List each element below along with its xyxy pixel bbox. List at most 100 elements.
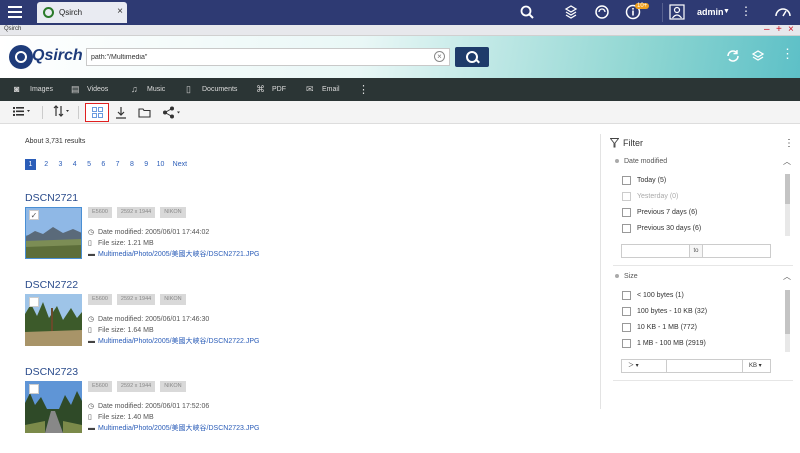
- folder-icon: ▬: [88, 338, 95, 345]
- page-3[interactable]: 3: [53, 159, 67, 170]
- result-title[interactable]: DSCN2721: [25, 192, 78, 204]
- category-documents[interactable]: ▯ Documents: [186, 78, 237, 101]
- user-menu-chevron-icon[interactable]: ▼: [723, 8, 730, 15]
- category-pdf[interactable]: ⌘ PDF: [256, 78, 286, 101]
- main-menu-icon[interactable]: [8, 6, 22, 18]
- user-name[interactable]: admin: [697, 7, 724, 17]
- scrollbar-thumb[interactable]: [785, 174, 790, 204]
- filter-divider: [600, 134, 601, 409]
- tag: NIKON: [160, 207, 186, 218]
- page-6[interactable]: 6: [96, 159, 110, 170]
- result-title[interactable]: DSCN2722: [25, 279, 78, 291]
- option-checkbox[interactable]: [622, 323, 631, 332]
- dashboard-gauge-icon[interactable]: [774, 4, 792, 20]
- date-modified: ◷ Date modified: 2005/06/01 17:52:06: [88, 402, 209, 410]
- result-thumbnail[interactable]: [25, 294, 82, 346]
- qsirch-logo-icon: [9, 45, 33, 69]
- option-checkbox[interactable]: [622, 224, 631, 233]
- open-folder-icon[interactable]: [138, 105, 152, 120]
- date-to-input[interactable]: [703, 245, 770, 257]
- folder-icon: ▬: [88, 251, 95, 258]
- select-checkbox[interactable]: [29, 384, 39, 394]
- filter-more-icon[interactable]: ⋮: [784, 138, 794, 149]
- page-1[interactable]: 1: [25, 159, 36, 170]
- option-label: 100 bytes - 10 KB (32): [637, 308, 708, 315]
- list-view-menu[interactable]: [13, 105, 33, 120]
- filter-option-today[interactable]: Today (5): [622, 176, 666, 185]
- grid-view-button[interactable]: [85, 103, 109, 122]
- option-checkbox[interactable]: [622, 339, 631, 348]
- date-modified: ◷ Date modified: 2005/06/01 17:46:30: [88, 315, 209, 323]
- filter-section-size[interactable]: Size: [615, 273, 638, 280]
- more-vertical-icon[interactable]: ⋮: [740, 4, 752, 18]
- category-videos[interactable]: ▤ Videos: [71, 78, 108, 101]
- page-8[interactable]: 8: [125, 159, 139, 170]
- header-more-icon[interactable]: ⋮: [781, 46, 794, 62]
- page-2[interactable]: 2: [39, 159, 53, 170]
- file-path: ▬ Multimedia/Photo/2005/美國大峽谷/DSCN2722.JP…: [88, 336, 259, 346]
- category-music[interactable]: ♫ Music: [131, 78, 165, 101]
- page-5[interactable]: 5: [82, 159, 96, 170]
- grid-icon: [92, 113, 97, 118]
- page-10[interactable]: 10: [153, 159, 167, 170]
- select-checkbox[interactable]: [29, 297, 39, 307]
- date-from-input[interactable]: [622, 245, 689, 257]
- sort-menu[interactable]: [53, 105, 73, 120]
- size-unit-select[interactable]: KB ▾: [742, 360, 768, 372]
- share-icon[interactable]: [162, 105, 184, 120]
- close-window-icon[interactable]: ×: [788, 24, 794, 35]
- collapse-chevron-icon[interactable]: ︿: [783, 156, 791, 167]
- result-title[interactable]: DSCN2723: [25, 366, 78, 378]
- size-value-input[interactable]: [666, 360, 742, 372]
- page-7[interactable]: 7: [110, 159, 124, 170]
- layers-icon[interactable]: [751, 48, 765, 64]
- clear-search-icon[interactable]: ×: [434, 51, 445, 62]
- page-4[interactable]: 4: [68, 159, 82, 170]
- category-label: Music: [147, 86, 166, 93]
- option-checkbox[interactable]: [622, 208, 631, 217]
- filter-size-scrollbar[interactable]: [785, 290, 790, 352]
- page-9[interactable]: 9: [139, 159, 153, 170]
- stack-layers-icon[interactable]: [563, 4, 579, 20]
- scrollbar-thumb[interactable]: [785, 290, 790, 334]
- maximize-icon[interactable]: +: [776, 24, 782, 35]
- option-checkbox[interactable]: [622, 176, 631, 185]
- tag: 2592 x 1944: [116, 207, 156, 218]
- filter-option-size-2[interactable]: 100 bytes - 10 KB (32): [622, 307, 707, 316]
- option-checkbox[interactable]: [622, 307, 631, 316]
- search-button[interactable]: [455, 47, 489, 67]
- category-images[interactable]: ◙ Images: [14, 78, 53, 101]
- search-icon[interactable]: [520, 5, 534, 19]
- filter-option-size-1[interactable]: < 100 bytes (1): [622, 291, 684, 300]
- size-operator-select[interactable]: ＞ ▾: [622, 360, 666, 372]
- filter-option-7-days[interactable]: Previous 7 days (6): [622, 208, 697, 217]
- result-thumbnail[interactable]: [25, 381, 82, 433]
- filter-option-size-4[interactable]: 1 MB - 100 MB (2919): [622, 339, 706, 348]
- option-checkbox[interactable]: [622, 291, 631, 300]
- file-path-link[interactable]: Multimedia/Photo/2005/美國大峽谷/DSCN2722.JPG: [98, 338, 259, 345]
- category-email[interactable]: ✉ Email: [306, 78, 340, 101]
- clock-icon: ◷: [88, 403, 95, 410]
- filter-option-size-3[interactable]: 10 KB - 1 MB (772): [622, 323, 697, 332]
- filter-option-30-days[interactable]: Previous 30 days (6): [622, 224, 701, 233]
- tag-list: E5600 2592 x 1944 NIKON: [88, 207, 191, 218]
- file-path-link[interactable]: Multimedia/Photo/2005/美國大峽谷/DSCN2723.JPG: [98, 425, 259, 432]
- next-page-link[interactable]: Next: [173, 159, 187, 170]
- minimize-icon[interactable]: –: [764, 24, 770, 35]
- download-icon[interactable]: [115, 105, 127, 120]
- size-range-inputs: ＞ ▾ KB ▾: [621, 359, 771, 373]
- tab-qsirch[interactable]: Qsirch ×: [37, 2, 127, 23]
- unit-value: KB: [749, 363, 758, 369]
- search-input[interactable]: [87, 49, 417, 65]
- refresh-icon[interactable]: [725, 48, 741, 64]
- category-more-icon[interactable]: ⋮: [358, 78, 369, 101]
- tab-close-icon[interactable]: ×: [117, 6, 123, 17]
- collapse-chevron-icon[interactable]: ︿: [783, 271, 791, 282]
- filter-date-scrollbar[interactable]: [785, 174, 790, 236]
- user-avatar-icon[interactable]: [669, 4, 685, 20]
- category-bar: ◙ Images ▤ Videos ♫ Music ▯ Documents ⌘ PDF ✉…: [0, 78, 800, 101]
- filter-section-date[interactable]: Date modified: [615, 158, 667, 165]
- sync-icon[interactable]: [594, 4, 610, 20]
- selected-outline: [25, 207, 82, 259]
- file-path-link[interactable]: Multimedia/Photo/2005/美國大峽谷/DSCN2721.JPG: [98, 251, 259, 258]
